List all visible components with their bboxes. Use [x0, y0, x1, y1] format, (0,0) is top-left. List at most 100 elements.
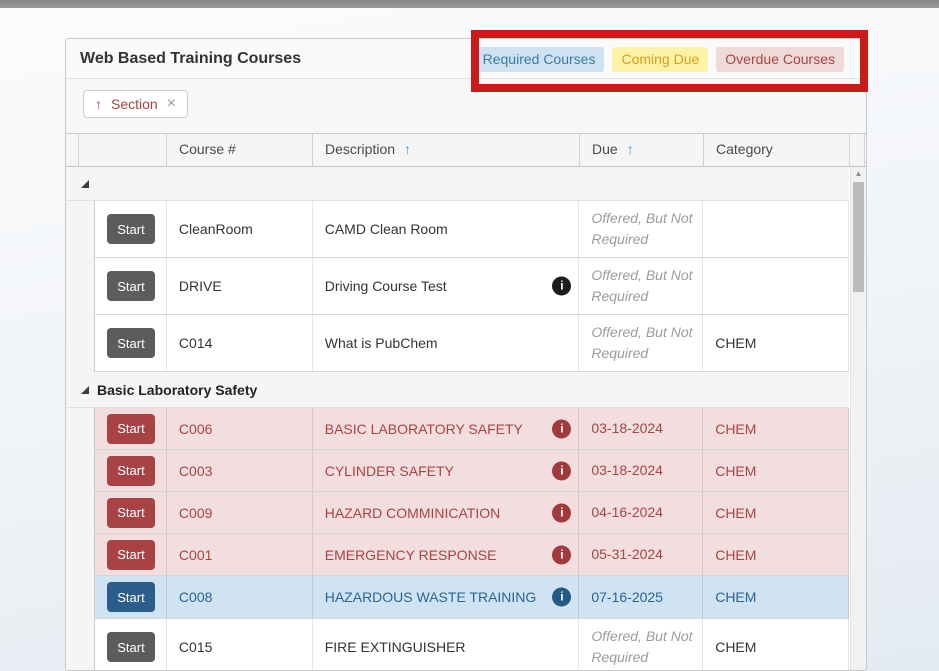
category-cell: CHEM [703, 408, 849, 449]
course-number-cell: C009 [167, 492, 313, 533]
column-header-description[interactable]: Description ↑ [313, 134, 580, 166]
category-cell: CHEM [703, 576, 849, 618]
category-cell: CHEM [703, 492, 849, 533]
due-date-cell: Offered, But Not Required [579, 315, 703, 371]
course-row: Start C003 CYLINDER SAFETY i 03-18-2024 … [94, 450, 849, 492]
course-number-cell: C001 [167, 534, 313, 575]
description-text: CYLINDER SAFETY [325, 463, 454, 479]
group-header-row[interactable]: Basic Laboratory Safety [66, 372, 849, 408]
info-icon[interactable]: i [552, 277, 571, 296]
course-row: Start C001 EMERGENCY RESPONSE i 05-31-20… [94, 534, 849, 576]
start-course-button[interactable]: Start [107, 540, 155, 570]
sort-ascending-icon[interactable]: ↑ [95, 96, 102, 112]
start-course-button[interactable]: Start [107, 328, 155, 358]
action-cell: Start [95, 258, 167, 314]
grid-body: Start CleanRoom CAMD Clean Room i Offere… [66, 167, 849, 671]
column-header-filler [850, 134, 865, 166]
info-icon[interactable]: i [552, 545, 571, 564]
start-course-button[interactable]: Start [107, 414, 155, 444]
action-cell: Start [95, 450, 167, 491]
browser-top-bar [0, 0, 939, 8]
column-header-category[interactable]: Category [704, 134, 850, 166]
courses-grid: Course # Description ↑ Due ↑ Category St… [66, 133, 866, 671]
description-text: CAMD Clean Room [325, 221, 448, 237]
column-header-course[interactable]: Course # [167, 134, 313, 166]
description-cell: What is PubChem i [313, 315, 580, 371]
course-row: Start C008 HAZARDOUS WASTE TRAINING i 07… [94, 576, 849, 619]
due-date-cell: Offered, But Not Required [579, 201, 703, 257]
page-title: Web Based Training Courses [80, 50, 301, 68]
info-icon[interactable]: i [552, 588, 571, 607]
column-header-due[interactable]: Due ↑ [580, 134, 704, 166]
action-cell: Start [95, 408, 167, 449]
group-header-row[interactable] [66, 167, 849, 201]
action-cell: Start [95, 619, 167, 671]
description-text: Driving Course Test [325, 278, 447, 294]
column-header-due-label: Due [592, 141, 618, 157]
category-cell: CHEM [703, 450, 849, 491]
training-courses-panel: Web Based Training Courses Required Cour… [65, 38, 867, 671]
description-text: FIRE EXTINGUISHER [325, 639, 466, 655]
description-cell: HAZARD COMMINICATION i [313, 492, 580, 533]
start-course-button[interactable]: Start [107, 456, 155, 486]
legend-required-courses-badge: Required Courses [474, 47, 605, 72]
group-filter-toolbar: ↑ Section × [66, 79, 866, 133]
due-date-cell: 07-16-2025 [579, 576, 703, 618]
info-icon[interactable]: i [552, 503, 571, 522]
description-text: EMERGENCY RESPONSE [325, 547, 497, 563]
column-header-action[interactable] [79, 134, 167, 166]
vertical-scrollbar[interactable]: ▲ [850, 167, 866, 671]
course-number-cell: C006 [167, 408, 313, 449]
group-title: Basic Laboratory Safety [97, 382, 257, 398]
course-row: Start C006 BASIC LABORATORY SAFETY i 03-… [94, 408, 849, 450]
info-icon[interactable]: i [552, 461, 571, 480]
collapse-group-icon[interactable] [81, 386, 89, 394]
course-row: Start C014 What is PubChem i Offered, Bu… [94, 315, 849, 372]
action-cell: Start [95, 534, 167, 575]
column-header-category-label: Category [716, 141, 773, 157]
description-cell: EMERGENCY RESPONSE i [313, 534, 580, 575]
course-number-cell: C008 [167, 576, 313, 618]
course-row: Start C015 FIRE EXTINGUISHER i Offered, … [94, 619, 849, 671]
description-cell: BASIC LABORATORY SAFETY i [313, 408, 580, 449]
category-cell: CHEM [703, 315, 849, 371]
category-cell: CHEM [703, 534, 849, 575]
due-date-cell: 03-18-2024 [579, 450, 703, 491]
start-course-button[interactable]: Start [107, 498, 155, 528]
sort-ascending-icon[interactable]: ↑ [627, 141, 634, 157]
scrollbar-thumb[interactable] [853, 182, 864, 292]
description-cell: FIRE EXTINGUISHER i [313, 619, 580, 671]
description-cell: CAMD Clean Room i [313, 201, 580, 257]
status-legend: Required Courses Coming Due Overdue Cour… [474, 47, 844, 72]
course-number-cell: C003 [167, 450, 313, 491]
description-text: BASIC LABORATORY SAFETY [325, 421, 523, 437]
category-cell [703, 201, 849, 257]
start-course-button[interactable]: Start [107, 582, 155, 612]
category-cell [703, 258, 849, 314]
collapse-group-icon[interactable] [81, 180, 89, 188]
due-date-cell: Offered, But Not Required [579, 258, 703, 314]
category-cell: CHEM [703, 619, 849, 671]
description-text: HAZARDOUS WASTE TRAINING [325, 589, 537, 605]
panel-header: Web Based Training Courses Required Cour… [66, 39, 866, 79]
column-header-course-label: Course # [179, 141, 236, 157]
due-date-cell: 03-18-2024 [579, 408, 703, 449]
start-course-button[interactable]: Start [107, 632, 155, 662]
course-number-cell: C015 [167, 619, 313, 671]
course-row: Start C009 HAZARD COMMINICATION i 04-16-… [94, 492, 849, 534]
info-icon[interactable]: i [552, 419, 571, 438]
description-cell: Driving Course Test i [313, 258, 580, 314]
due-date-cell: Offered, But Not Required [579, 619, 703, 671]
start-course-button[interactable]: Start [107, 271, 155, 301]
course-row: Start DRIVE Driving Course Test i Offere… [94, 258, 849, 315]
remove-section-group-icon[interactable]: × [167, 97, 176, 111]
description-cell: CYLINDER SAFETY i [313, 450, 580, 491]
sort-ascending-icon[interactable]: ↑ [404, 141, 411, 157]
section-group-chip[interactable]: ↑ Section × [83, 90, 188, 118]
description-text: HAZARD COMMINICATION [325, 505, 501, 521]
scroll-up-icon[interactable]: ▲ [851, 167, 866, 181]
start-course-button[interactable]: Start [107, 214, 155, 244]
column-header-group [66, 134, 79, 166]
action-cell: Start [95, 201, 167, 257]
column-header-description-label: Description [325, 141, 395, 157]
